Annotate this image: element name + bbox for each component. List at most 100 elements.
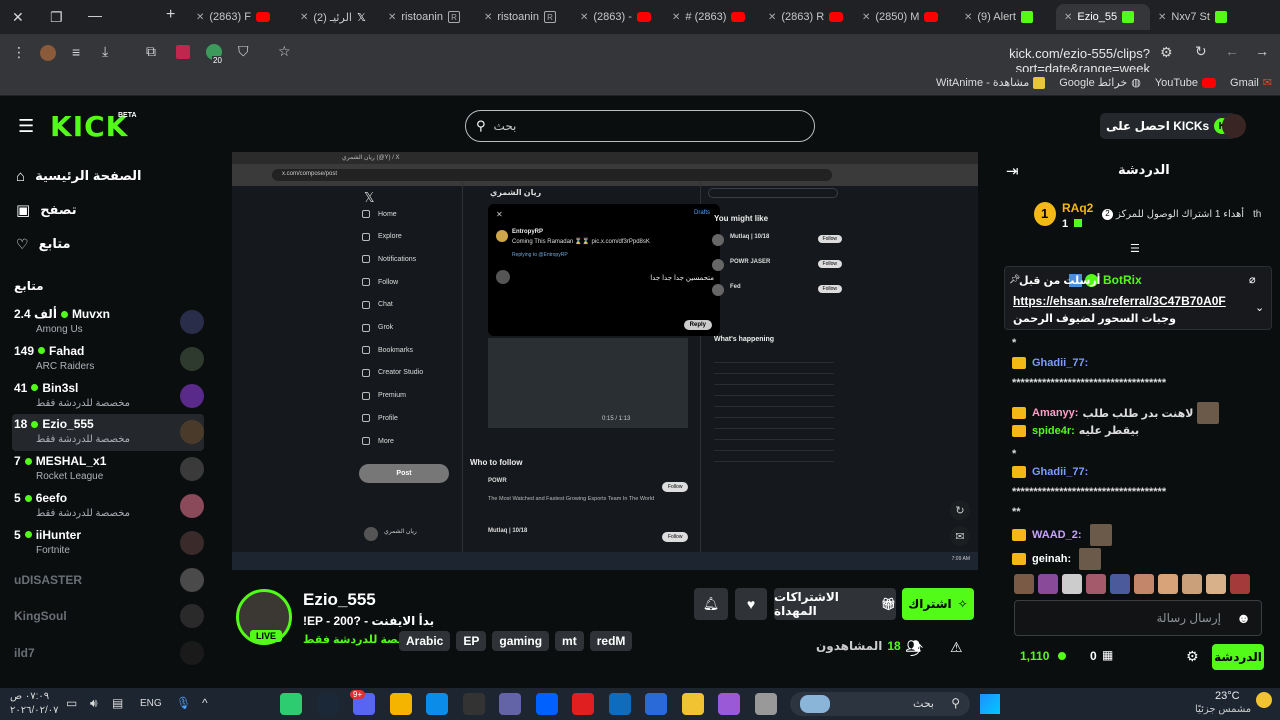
- chrome-icon[interactable]: [389, 693, 412, 715]
- stream-tag[interactable]: redM: [589, 631, 633, 651]
- app-icon[interactable]: [499, 693, 521, 715]
- follow-heart-icon[interactable]: ♥: [735, 588, 767, 620]
- forward-icon[interactable]: ←: [1225, 43, 1239, 59]
- tab-close-icon[interactable]: ✕: [672, 12, 680, 23]
- chat-message[interactable]: Ghadii_77:: [1012, 466, 1092, 478]
- expand-pinned-icon[interactable]: ⌄: [1255, 301, 1264, 314]
- extensions-icon[interactable]: ⧉: [146, 43, 156, 60]
- chat-message[interactable]: *: [1012, 448, 1016, 460]
- new-tab-icon[interactable]: +: [166, 6, 175, 24]
- queue-icon[interactable]: ≡: [72, 44, 80, 60]
- nav-home[interactable]: ⌂ الصفحة الرئيسية: [16, 164, 141, 188]
- chat-username[interactable]: Amanyy:: [1032, 407, 1078, 419]
- emote-image[interactable]: [1230, 574, 1250, 594]
- tray-chevron-icon[interactable]: ^: [202, 696, 208, 710]
- browser-tab[interactable]: ✕ (9) Alert: [956, 4, 1050, 30]
- share-icon[interactable]: ⤴: [910, 640, 923, 659]
- browser-tab[interactable]: ✕ (2850) M: [854, 4, 948, 30]
- get-kicks-button[interactable]: احصل على KICKs K: [1100, 113, 1237, 139]
- epic-games-icon[interactable]: [462, 693, 485, 715]
- stream-tag[interactable]: Arabic: [399, 631, 451, 651]
- browser-tab[interactable]: ✕ ristoanin R: [476, 4, 570, 30]
- tab-close-icon[interactable]: ✕: [196, 12, 204, 23]
- browser-tab[interactable]: ✕ (2863) F: [188, 4, 282, 30]
- following-item-kingsoul[interactable]: KingSoul: [12, 598, 204, 635]
- drag-handle-icon[interactable]: ☰: [1130, 242, 1140, 255]
- following-item-muvxn[interactable]: Muvxn 2.4 ألف Among Us: [12, 304, 204, 341]
- subscribe-button[interactable]: اشتراك ✧: [902, 588, 974, 620]
- tab-close-icon[interactable]: ✕: [580, 12, 588, 23]
- tab-close-icon[interactable]: ✕: [388, 12, 396, 23]
- bookmark-gmail[interactable]: ✉ Gmail: [1230, 76, 1272, 90]
- bookmark-youtube[interactable]: YouTube: [1155, 76, 1217, 89]
- chat-message[interactable]: **: [1012, 506, 1021, 518]
- outlook-icon[interactable]: [608, 693, 631, 715]
- tab-close-icon[interactable]: ✕: [1064, 12, 1072, 23]
- restore-window-icon[interactable]: ❐: [50, 9, 63, 26]
- app-grey-icon[interactable]: [754, 693, 777, 715]
- tab-close-icon[interactable]: ✕: [964, 12, 972, 23]
- tab-close-icon[interactable]: ✕: [300, 12, 308, 23]
- browser-tab[interactable]: ✕ ristoanin R: [380, 4, 474, 30]
- chat-username[interactable]: spide4r:: [1032, 425, 1075, 437]
- chat-username[interactable]: Ghadii_77:: [1032, 466, 1088, 478]
- notification-bell-icon[interactable]: 🔔︎: [694, 588, 728, 620]
- weather-temp[interactable]: 23°C: [1215, 690, 1240, 702]
- weather-text[interactable]: مشمس جزئيًا: [1195, 704, 1251, 715]
- chat-message[interactable]: spide4r: بيقطر عليه: [1012, 424, 1139, 437]
- taskbar-time[interactable]: ٠٧:٠٩ ص: [10, 691, 49, 702]
- hamburger-menu-icon[interactable]: ☰: [18, 116, 34, 137]
- collapse-chat-icon[interactable]: ⇥: [1006, 162, 1019, 180]
- pinned-link[interactable]: https://ehsan.sa/referral/3C47B70A0F: [1013, 294, 1226, 308]
- following-item-iihunter[interactable]: iiHunter 5 Fortnite: [12, 525, 204, 562]
- emote-image[interactable]: [1110, 574, 1130, 594]
- emote-image[interactable]: [1182, 574, 1202, 594]
- emote-image[interactable]: [1134, 574, 1154, 594]
- steam-icon[interactable]: [316, 693, 339, 715]
- following-item-meshal_x1[interactable]: MESHAL_x1 7 Rocket League: [12, 451, 204, 488]
- chat-message[interactable]: WAAD_2:: [1012, 524, 1112, 546]
- emote-image[interactable]: [1014, 574, 1034, 594]
- video-message-icon[interactable]: ✉: [950, 526, 970, 546]
- bookmark-maps[interactable]: ◍ خرائط Google: [1059, 76, 1141, 89]
- tab-close-icon[interactable]: ✕: [862, 12, 870, 23]
- report-warning-icon[interactable]: ⚠: [950, 639, 963, 656]
- chat-username[interactable]: geinah:: [1032, 553, 1071, 565]
- microphone-icon[interactable]: 🎙︎: [176, 696, 191, 710]
- reload-icon[interactable]: ↻: [1195, 43, 1207, 60]
- volume-icon[interactable]: 🔊︎: [90, 696, 98, 711]
- following-item-udisaster[interactable]: uDISASTER: [12, 562, 204, 599]
- chat-message[interactable]: Amanyy: لاهنت بدر طلب طلب: [1012, 402, 1220, 424]
- chat-send-button[interactable]: الدردشة: [1212, 644, 1264, 670]
- gift-subs-button[interactable]: الاشتراكات المهداة 🎁︎: [774, 588, 896, 620]
- following-item-fahad[interactable]: Fahad 149 ARC Raiders: [12, 341, 204, 378]
- chat-settings-icon[interactable]: ⚙: [1186, 648, 1199, 665]
- menu-dots-icon[interactable]: ⋮: [12, 44, 26, 61]
- tab-close-icon[interactable]: ✕: [1158, 12, 1166, 23]
- store-icon[interactable]: [645, 693, 667, 715]
- chat-message[interactable]: ************************************: [1012, 377, 1166, 389]
- browser-tab[interactable]: ✕ (2863) -: [572, 4, 666, 30]
- emote-image[interactable]: [1086, 574, 1106, 594]
- stream-tag[interactable]: gaming: [492, 631, 550, 651]
- battery-icon[interactable]: ▭: [66, 696, 77, 710]
- chat-username[interactable]: WAAD_2:: [1032, 529, 1082, 541]
- streamer-name[interactable]: Ezio_555: [303, 590, 376, 610]
- taskbar-date[interactable]: ٢٠٢٦/٠٢/٠٧: [10, 705, 59, 716]
- network-icon[interactable]: ▤: [112, 696, 123, 710]
- browser-tab[interactable]: ✕ (2863) R: [760, 4, 854, 30]
- nav-browse[interactable]: ▣ تصفح: [16, 198, 77, 222]
- gifter-name[interactable]: RAq2: [1062, 201, 1093, 215]
- copilot-icon[interactable]: [718, 693, 740, 715]
- chat-message[interactable]: geinah:: [1012, 548, 1102, 570]
- following-item-ezio_555[interactable]: Ezio_555 18 مخصصة للدردشة فقط: [12, 414, 204, 452]
- widgets-icon[interactable]: [280, 693, 302, 715]
- browser-tab[interactable]: ✕ (2) الرئيـ 𝕏: [292, 4, 386, 30]
- video-player[interactable]: ريان الشمري (@Y) / X x.com/compose/post …: [232, 152, 978, 570]
- tab-close-icon[interactable]: ✕: [768, 12, 776, 23]
- unpin-icon[interactable]: ⌀: [1249, 273, 1256, 286]
- bookmark-witanime[interactable]: مشاهدة - WitAnime: [936, 76, 1046, 89]
- app-red-icon[interactable]: [572, 693, 594, 715]
- edge-icon[interactable]: [426, 693, 448, 715]
- emoji-icon[interactable]: ☻: [1236, 610, 1251, 626]
